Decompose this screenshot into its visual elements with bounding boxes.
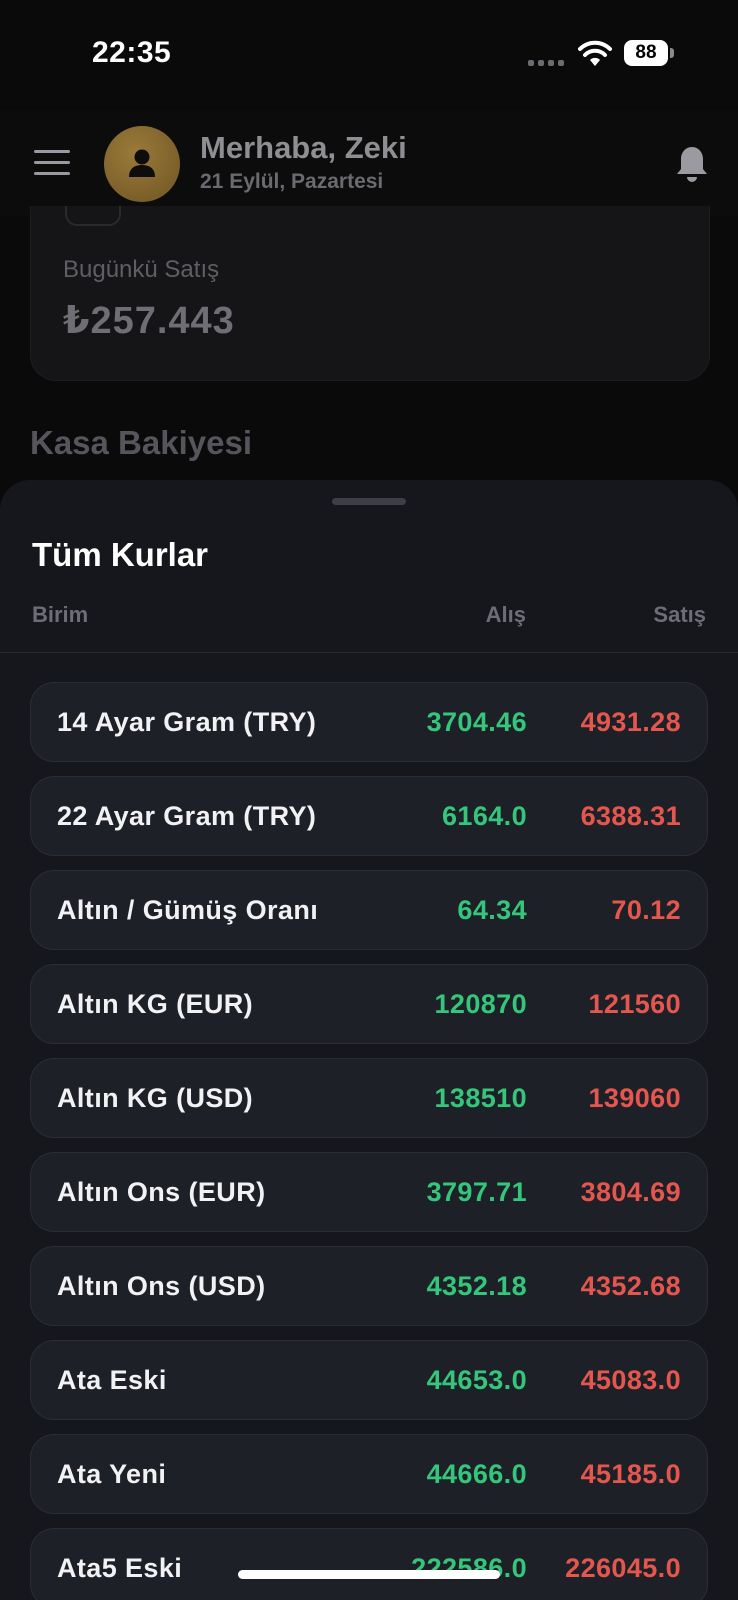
rate-row[interactable]: Altın Ons (USD) 4352.18 4352.68 [30, 1246, 708, 1326]
rate-row[interactable]: 14 Ayar Gram (TRY) 3704.46 4931.28 [30, 682, 708, 762]
battery-icon: 88 [624, 40, 674, 68]
sheet-title: Tüm Kurlar [32, 536, 209, 573]
rate-row[interactable]: 22 Ayar Gram (TRY) 6164.0 6388.31 [30, 776, 708, 856]
rate-buy: 4352.18 [426, 1271, 527, 1301]
rate-sell: 4352.68 [580, 1271, 681, 1301]
rate-sell: 70.12 [611, 895, 681, 925]
rate-buy: 222586.0 [411, 1553, 527, 1583]
card-icon [65, 206, 121, 226]
rate-buy: 3797.71 [426, 1177, 527, 1207]
column-header-unit: Birim [32, 602, 89, 627]
wifi-icon [578, 40, 612, 66]
daily-sales-value: ₺257.443 [63, 300, 235, 342]
bell-icon[interactable] [674, 144, 710, 184]
status-time: 22:35 [92, 36, 172, 69]
rate-sell: 226045.0 [565, 1553, 681, 1583]
rate-sell: 4931.28 [580, 707, 681, 737]
rate-name: Ata5 Eski [57, 1553, 183, 1583]
rate-sell: 3804.69 [580, 1177, 681, 1207]
rate-sell: 6388.31 [580, 801, 681, 831]
rate-name: Ata Eski [57, 1365, 167, 1395]
user-icon [129, 149, 155, 177]
avatar[interactable] [104, 126, 180, 202]
daily-sales-card: Bugünkü Satış ₺257.443 [30, 206, 710, 381]
rate-row[interactable]: Altın KG (USD) 138510 139060 [30, 1058, 708, 1138]
rates-sheet: Tüm Kurlar Birim Alış Satış 14 Ayar Gram… [0, 480, 738, 1600]
rate-name: Altın / Gümüş Oranı [57, 895, 319, 925]
battery-level: 88 [624, 40, 668, 66]
app-header: Merhaba, Zeki 21 Eylül, Pazartesi [0, 110, 738, 216]
home-indicator[interactable] [238, 1570, 500, 1579]
rate-buy: 44653.0 [426, 1365, 527, 1395]
column-header-sell: Satış [653, 602, 706, 627]
status-bar: 22:35 88 [0, 0, 738, 110]
rate-buy: 44666.0 [426, 1459, 527, 1489]
rate-row[interactable]: Ata5 Eski 222586.0 226045.0 [30, 1528, 708, 1600]
sheet-grabber[interactable] [332, 498, 406, 505]
cash-balance-title: Kasa Bakiyesi [30, 424, 252, 461]
rate-row[interactable]: Ata Yeni 44666.0 45185.0 [30, 1434, 708, 1514]
rate-row[interactable]: Altın / Gümüş Oranı 64.34 70.12 [30, 870, 708, 950]
rate-buy: 138510 [434, 1083, 527, 1113]
rate-buy: 6164.0 [442, 801, 527, 831]
daily-sales-label: Bugünkü Satış [63, 256, 220, 283]
rate-sell: 139060 [588, 1083, 681, 1113]
rate-buy: 3704.46 [426, 707, 527, 737]
rate-buy: 64.34 [457, 895, 527, 925]
rates-list: 14 Ayar Gram (TRY) 3704.46 4931.28 22 Ay… [30, 682, 708, 1600]
signal-icon [528, 60, 566, 68]
rate-name: Altın KG (EUR) [57, 989, 254, 1019]
rate-row[interactable]: Altın Ons (EUR) 3797.71 3804.69 [30, 1152, 708, 1232]
column-header-buy: Alış [485, 602, 526, 627]
rate-sell: 45185.0 [580, 1459, 681, 1489]
rate-buy: 120870 [434, 989, 527, 1019]
rate-sell: 121560 [588, 989, 681, 1019]
rate-sell: 45083.0 [580, 1365, 681, 1395]
dashboard-background: Bugünkü Satış ₺257.443 Kasa Bakiyesi [0, 206, 738, 496]
rate-name: Ata Yeni [57, 1459, 167, 1489]
menu-icon[interactable] [34, 150, 72, 176]
rate-name: Altın Ons (USD) [57, 1271, 266, 1301]
divider [0, 652, 738, 653]
rate-name: Altın Ons (EUR) [57, 1177, 266, 1207]
screen: 22:35 88 Merhaba, Zeki 21 Eylül, Pazarte… [0, 0, 738, 1600]
rate-name: 14 Ayar Gram (TRY) [57, 707, 317, 737]
rate-name: Altın KG (USD) [57, 1083, 254, 1113]
date-text: 21 Eylül, Pazartesi [200, 170, 384, 193]
rate-name: 22 Ayar Gram (TRY) [57, 801, 317, 831]
rate-row[interactable]: Altın KG (EUR) 120870 121560 [30, 964, 708, 1044]
rate-row[interactable]: Ata Eski 44653.0 45083.0 [30, 1340, 708, 1420]
greeting: Merhaba, Zeki [200, 130, 407, 165]
